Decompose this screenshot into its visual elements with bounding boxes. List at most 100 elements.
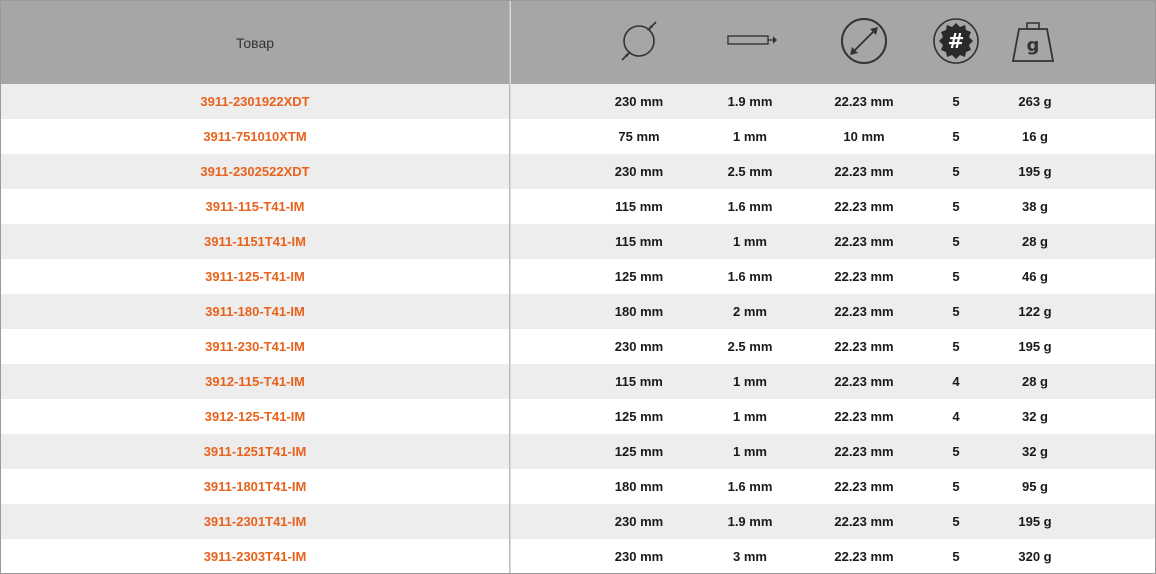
table-row: 3911-1151T41-IM 115 mm 1 mm 22.23 mm 5 28 g — [1, 224, 1155, 259]
bore-value: 22.23 mm — [834, 549, 894, 564]
diameter-value: 230 mm — [614, 94, 664, 109]
quantity-value: 5 — [952, 514, 960, 529]
diameter-value: 115 mm — [615, 374, 663, 389]
weight-value: 28 g — [1021, 234, 1048, 249]
diameter-value: 230 mm — [614, 514, 664, 529]
weight-value: 28 g — [1021, 374, 1048, 389]
product-sku-link[interactable]: 3911-2301T41-IM — [1, 504, 509, 539]
thickness-value: 1.6 mm — [727, 479, 773, 494]
product-sku-link[interactable]: 3912-125-T41-IM — [1, 399, 509, 434]
quantity-value: 4 — [952, 409, 960, 424]
product-sku-link[interactable]: 3911-2301922XDT — [1, 84, 509, 119]
product-sku-link[interactable]: 3911-2303T41-IM — [1, 539, 509, 573]
weight-value: 95 g — [1021, 479, 1048, 494]
bore-value: 22.23 mm — [834, 94, 894, 109]
product-sku-link[interactable]: 3911-751010XTM — [1, 119, 509, 154]
weight-value: 263 g — [1018, 94, 1052, 109]
bore-value: 22.23 mm — [834, 514, 894, 529]
product-sku-link[interactable]: 3911-115-T41-IM — [1, 189, 509, 224]
bore-value: 22.23 mm — [834, 304, 894, 319]
weight-value: 38 g — [1021, 199, 1048, 214]
diameter-value: 125 mm — [614, 444, 664, 459]
column-divider — [509, 1, 511, 573]
thickness-icon — [720, 15, 780, 67]
bore-value: 22.23 mm — [834, 479, 894, 494]
quantity-value: 5 — [952, 164, 960, 179]
product-sku-link[interactable]: 3911-125-T41-IM — [1, 259, 509, 294]
weight-value: 195 g — [1018, 164, 1052, 179]
thickness-value: 2.5 mm — [727, 339, 773, 354]
bore-value: 22.23 mm — [834, 374, 894, 389]
diameter-value: 230 mm — [614, 339, 664, 354]
diameter-value: 115 mm — [615, 199, 663, 214]
diameter-icon — [609, 15, 669, 67]
bore-value: 22.23 mm — [834, 199, 894, 214]
diameter-value: 125 mm — [614, 269, 664, 284]
quantity-value: 5 — [952, 479, 960, 494]
table-row: 3911-115-T41-IM 115 mm 1.6 mm 22.23 mm 5 38 g — [1, 189, 1155, 224]
weight-value: 32 g — [1021, 444, 1048, 459]
table-row: 3911-2303T41-IM 230 mm 3 mm 22.23 mm 5 320 g — [1, 539, 1155, 573]
bore-value: 22.23 mm — [834, 409, 894, 424]
bore-value: 22.23 mm — [834, 444, 894, 459]
weight-value: 195 g — [1018, 339, 1052, 354]
diameter-value: 230 mm — [614, 549, 664, 564]
diameter-value: 180 mm — [614, 304, 664, 319]
diameter-value: 75 mm — [618, 129, 660, 144]
thickness-value: 1.6 mm — [727, 269, 773, 284]
diameter-value: 180 mm — [614, 479, 664, 494]
thickness-value: 1.9 mm — [727, 94, 773, 109]
thickness-value: 2.5 mm — [727, 164, 773, 179]
quantity-icon: # — [926, 15, 986, 67]
weight-value: 46 g — [1021, 269, 1048, 284]
table-row: 3911-1801T41-IM 180 mm 1.6 mm 22.23 mm 5 95 g — [1, 469, 1155, 504]
thickness-value: 1 mm — [733, 234, 767, 249]
product-sku-link[interactable]: 3912-115-T41-IM — [1, 364, 509, 399]
weight-value: 32 g — [1021, 409, 1048, 424]
table-row: 3912-125-T41-IM 125 mm 1 mm 22.23 mm 4 32 g — [1, 399, 1155, 434]
quantity-value: 5 — [952, 94, 960, 109]
thickness-value: 1 mm — [733, 409, 767, 424]
quantity-value: 5 — [952, 234, 960, 249]
table-row: 3911-125-T41-IM 125 mm 1.6 mm 22.23 mm 5 46 g — [1, 259, 1155, 294]
product-sku-link[interactable]: 3911-1251T41-IM — [1, 434, 509, 469]
quantity-value: 5 — [952, 339, 960, 354]
quantity-value: 5 — [952, 269, 960, 284]
svg-text:g: g — [1027, 35, 1040, 56]
weight-value: 122 g — [1018, 304, 1052, 319]
quantity-value: 4 — [952, 374, 960, 389]
product-sku-link[interactable]: 3911-2302522XDT — [1, 154, 509, 189]
thickness-value: 1 mm — [733, 374, 767, 389]
svg-text:#: # — [948, 29, 965, 53]
bore-value: 22.23 mm — [834, 269, 894, 284]
quantity-value: 5 — [952, 444, 960, 459]
table-row: 3911-2301T41-IM 230 mm 1.9 mm 22.23 mm 5 195 … — [1, 504, 1155, 539]
bore-value: 22.23 mm — [834, 339, 894, 354]
quantity-value: 5 — [952, 199, 960, 214]
thickness-value: 1.9 mm — [727, 514, 773, 529]
thickness-value: 1 mm — [733, 444, 767, 459]
weight-value: 195 g — [1018, 514, 1052, 529]
diameter-value: 230 mm — [614, 164, 664, 179]
table-header: Товар # g — [1, 1, 1155, 84]
table-row: 3911-230-T41-IM 230 mm 2.5 mm 22.23 mm 5 195 … — [1, 329, 1155, 364]
weight-value: 16 g — [1021, 129, 1048, 144]
quantity-value: 5 — [952, 304, 960, 319]
bore-value: 22.23 mm — [834, 164, 894, 179]
product-sku-link[interactable]: 3911-180-T41-IM — [1, 294, 509, 329]
table-body: 3911-2301922XDT 230 mm 1.9 mm 22.23 mm 5 263 … — [1, 84, 1155, 573]
diameter-value: 125 mm — [614, 409, 664, 424]
thickness-value: 1 mm — [733, 129, 767, 144]
product-sku-link[interactable]: 3911-1801T41-IM — [1, 469, 509, 504]
product-spec-table: Товар # g 3911-2301922XDT 230 mm 1.9 mm … — [0, 0, 1156, 574]
thickness-value: 3 mm — [733, 549, 767, 564]
header-product-label: Товар — [235, 34, 275, 51]
quantity-value: 5 — [952, 129, 960, 144]
diameter-value: 115 mm — [615, 234, 663, 249]
weight-value: 320 g — [1018, 549, 1052, 564]
table-row: 3912-115-T41-IM 115 mm 1 mm 22.23 mm 4 28 g — [1, 364, 1155, 399]
product-sku-link[interactable]: 3911-1151T41-IM — [1, 224, 509, 259]
product-sku-link[interactable]: 3911-230-T41-IM — [1, 329, 509, 364]
weight-icon: g — [1003, 15, 1063, 67]
thickness-value: 2 mm — [733, 304, 767, 319]
